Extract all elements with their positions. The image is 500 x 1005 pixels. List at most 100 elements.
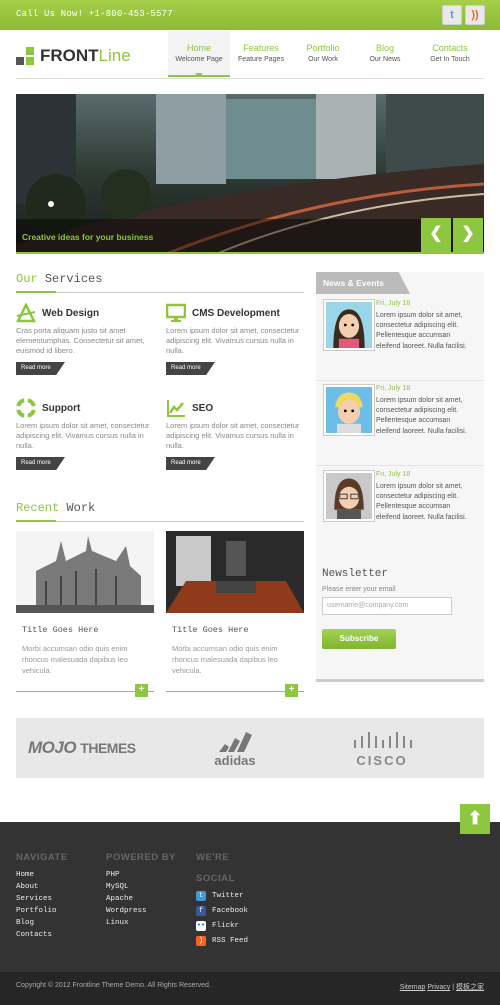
cisco-bars-icon — [354, 732, 412, 748]
service-text: Lorem ipsum dolor sit amet, consectetur … — [16, 421, 150, 450]
nav-label: Portfolio — [306, 43, 340, 53]
main-nav: Home Welcome Page Features Feature Pages P… — [168, 31, 484, 77]
nav-label: Contacts — [432, 43, 468, 53]
nav-item-portfolio[interactable]: Portfolio Our Work — [292, 31, 354, 77]
extra-link[interactable]: 模板之家 — [456, 984, 484, 991]
footer-link[interactable]: Blog — [16, 917, 68, 929]
footer-social: WE'RE SOCIAL t Twitter f Facebook •• Flickr… — [196, 852, 248, 948]
footer-link[interactable]: PHP — [106, 869, 176, 881]
services-title-main: Services — [44, 272, 103, 286]
nav-sub: Our News — [369, 56, 401, 63]
work-text: Morbi accumsan odio quis enim rhoncus ma… — [172, 644, 278, 675]
avatar — [324, 471, 374, 521]
lifebuoy-icon — [16, 398, 36, 418]
service-name: CMS Development — [192, 307, 280, 319]
mojo-themes-logo[interactable]: MOJO THEMES — [28, 738, 136, 758]
privacy-link[interactable]: Privacy — [427, 984, 450, 991]
nav-label: Home — [186, 43, 211, 53]
footer-heading: POWERED BY — [106, 852, 176, 863]
news-events-tab[interactable]: News & Events — [316, 272, 410, 294]
adidas-text: adidas — [214, 753, 256, 768]
service-seo: SEO Lorem ipsum dolor sit amet, consecte… — [166, 397, 306, 470]
newsletter-email-input[interactable]: username@company.com — [322, 597, 452, 615]
logo-line: Line — [98, 46, 131, 65]
footer-link[interactable]: Services — [16, 893, 68, 905]
recent-title-main: Work — [66, 501, 96, 515]
read-more-button[interactable]: Read more — [16, 362, 65, 375]
service-cms-development: CMS Development Lorem ipsum dolor sit am… — [166, 302, 306, 375]
work-line — [16, 691, 154, 692]
footer-link[interactable]: MySQL — [106, 881, 176, 893]
nav-item-blog[interactable]: Blog Our News — [354, 31, 416, 77]
nav-label: Blog — [375, 43, 394, 53]
newsletter-title: Newsletter — [322, 568, 389, 580]
news-sidebar: News & Events Fri, July 18 Lorem ipsum d… — [316, 272, 484, 682]
adidas-logo[interactable]: adidas — [208, 730, 262, 768]
footer-facebook-link[interactable]: f Facebook — [196, 903, 248, 918]
top-bar: Call Us Now! +1-800-453-5577 t )) — [0, 0, 500, 30]
footer-link[interactable]: Wordpress — [106, 905, 176, 917]
read-more-button[interactable]: Read more — [16, 457, 65, 470]
recent-title-accent: Recent — [16, 501, 60, 515]
footer-link[interactable]: Apache — [106, 893, 176, 905]
work-title[interactable]: Title Goes Here — [172, 625, 304, 635]
site-logo[interactable]: FRONTLine — [16, 46, 131, 66]
header-divider — [16, 78, 484, 79]
rss-icon[interactable]: )) — [465, 5, 485, 25]
news-item: Fri, July 18 Lorem ipsum dolor sit amet,… — [316, 300, 484, 384]
slider-next-button[interactable]: ❯ — [453, 218, 483, 252]
service-support: Support Lorem ipsum dolor sit amet, cons… — [16, 397, 156, 470]
social-label: RSS Feed — [212, 936, 249, 945]
nav-item-home[interactable]: Home Welcome Page — [168, 31, 230, 77]
nav-item-features[interactable]: Features Feature Pages — [230, 31, 292, 77]
footer-rss-link[interactable]: ) RSS Feed — [196, 933, 248, 948]
social-label: Flickr — [212, 921, 240, 930]
monitor-icon — [166, 303, 186, 322]
cisco-logo[interactable]: CISCO — [350, 732, 414, 768]
work-item: Title Goes Here Morbi accumsan odio quis… — [166, 531, 304, 697]
service-text: Cras porta aliquam justo sit amet elemen… — [16, 326, 145, 355]
work-line — [166, 691, 304, 692]
recent-underline — [16, 520, 304, 522]
twitter-icon[interactable]: t — [442, 5, 462, 25]
news-date: Fri, July 18 — [376, 385, 411, 392]
nav-item-contacts[interactable]: Contacts Get In Touch — [416, 31, 484, 77]
subscribe-button[interactable]: Subscribe — [322, 629, 396, 649]
read-more-button[interactable]: Read more — [166, 457, 215, 470]
service-text: Lorem ipsum dolor sit amet, consectetur … — [166, 326, 300, 355]
phone-number: Call Us Now! +1-800-453-5577 — [16, 9, 173, 19]
footer-link[interactable]: Contacts — [16, 929, 68, 941]
work-text: Morbi accumsan odio quis enim rhoncus ma… — [22, 644, 128, 675]
social-label: Twitter — [212, 891, 244, 900]
logo-front: FRONT — [40, 46, 99, 65]
nav-sub: Get In Touch — [430, 56, 470, 63]
work-thumbnail-church[interactable] — [16, 531, 154, 613]
social-label: Facebook — [212, 906, 249, 915]
footer-bottom-bar: Copyright © 2012 Frontline Theme Demo. A… — [0, 972, 500, 1005]
nav-label: Features — [243, 43, 279, 53]
footer-flickr-link[interactable]: •• Flickr — [196, 918, 248, 933]
back-to-top-button[interactable]: ⬆ — [460, 804, 490, 834]
footer-link[interactable]: Linux — [106, 917, 176, 929]
work-thumbnail-room[interactable] — [166, 531, 304, 613]
work-title[interactable]: Title Goes Here — [22, 625, 154, 635]
work-item: Title Goes Here Morbi accumsan odio quis… — [16, 531, 154, 697]
read-more-button[interactable]: Read more — [166, 362, 215, 375]
avatar — [324, 385, 374, 435]
services-title-accent: Our — [16, 272, 38, 286]
work-plus-button[interactable]: + — [285, 684, 298, 697]
hero-slider[interactable]: Creative ideas for your business — [16, 94, 484, 254]
footer-powered-by: POWERED BY PHP MySQL Apache Wordpress Li… — [106, 852, 176, 929]
slider-prev-button[interactable]: ❮ — [421, 218, 451, 252]
footer-twitter-link[interactable]: t Twitter — [196, 888, 248, 903]
newsletter-label: Please enter your email — [322, 586, 396, 593]
sitemap-link[interactable]: Sitemap — [400, 984, 426, 991]
footer-link[interactable]: Home — [16, 869, 68, 881]
work-plus-button[interactable]: + — [135, 684, 148, 697]
news-divider — [316, 380, 484, 381]
hero-city-image — [16, 94, 484, 252]
footer-heading: NAVIGATE — [16, 852, 68, 863]
footer-link[interactable]: About — [16, 881, 68, 893]
news-date: Fri, July 18 — [376, 471, 411, 478]
footer-link[interactable]: Portfolio — [16, 905, 68, 917]
